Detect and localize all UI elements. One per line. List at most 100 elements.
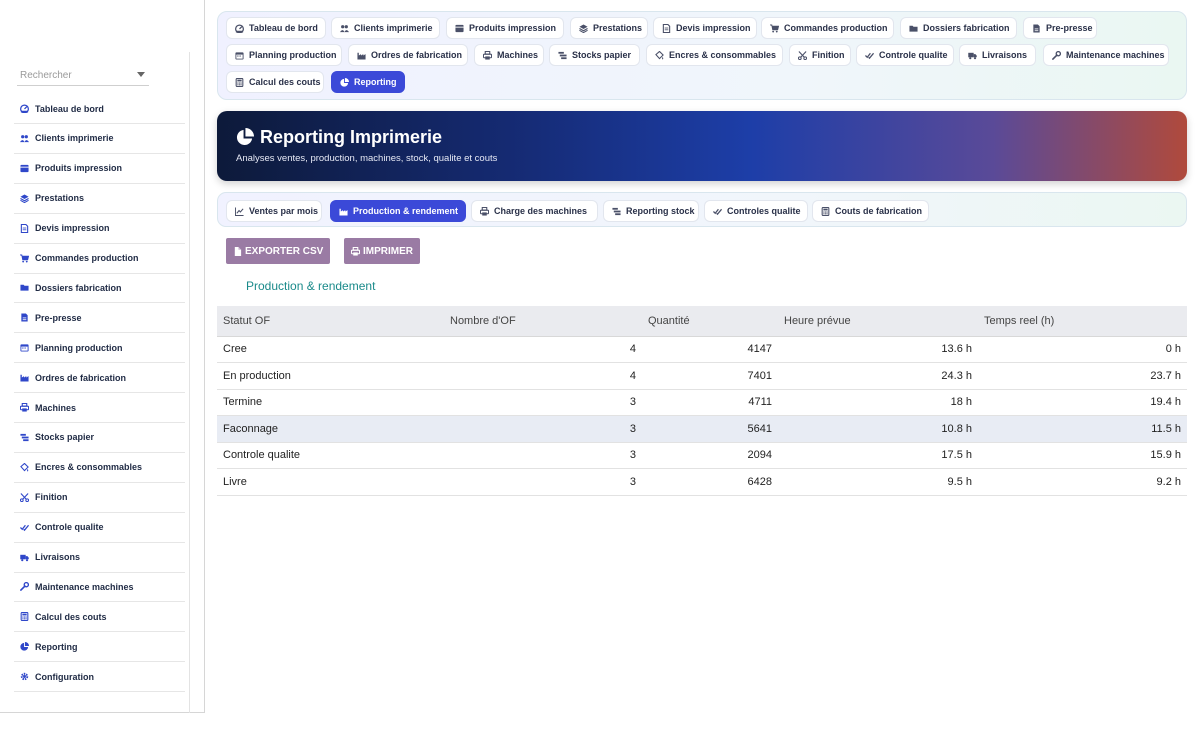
sidebar-item-configuration[interactable]: Configuration [14, 662, 185, 693]
nav-tab-tableau-de-bord[interactable]: Tableau de bord [226, 17, 326, 39]
table-cell: 4 [444, 362, 642, 390]
sidebar-item-livraisons[interactable]: Livraisons [14, 543, 185, 573]
table-cell: 4147 [642, 336, 778, 363]
column-header-temps-reel-h[interactable]: Temps reel (h) [978, 306, 1187, 337]
nav-tab-calcul-des-couts[interactable]: Calcul des couts [226, 71, 324, 93]
print-button[interactable]: IMPRIMER [344, 238, 420, 264]
sidebar-item-maintenance-machines[interactable]: Maintenance machines [14, 572, 185, 603]
sidebar-item-machines[interactable]: Machines [14, 393, 185, 423]
nav-tab-label: Machines [497, 50, 539, 60]
sidebar-item-produits-impression[interactable]: Produits impression [14, 154, 185, 184]
sidebar-item-encres-and-consommables[interactable]: Encres & consommables [14, 453, 185, 483]
line-chart-icon [235, 206, 244, 216]
file-icon [20, 313, 29, 322]
nav-tab-livraisons[interactable]: Livraisons [959, 44, 1036, 66]
nav-tab-label: Planning production [249, 50, 337, 60]
sidebar-item-prestations[interactable]: Prestations [14, 184, 185, 214]
nav-tab-encres-and-consommables[interactable]: Encres & consommables [646, 44, 783, 66]
report-tab-couts-de-fabrication[interactable]: Couts de fabrication [812, 200, 929, 222]
table-cell: 5641 [642, 415, 778, 443]
report-tab-production-and-rendement[interactable]: Production & rendement [330, 200, 466, 222]
sidebar-item-pre-presse[interactable]: Pre-presse [14, 303, 185, 334]
nav-tab-produits-impression[interactable]: Produits impression [446, 17, 564, 39]
nav-tab-finition[interactable]: Finition [789, 44, 851, 66]
nav-tab-label: Prestations [593, 23, 643, 33]
sidebar-item-ordres-de-fabrication[interactable]: Ordres de fabrication [14, 363, 185, 394]
document-icon [20, 223, 29, 233]
sidebar-item-calcul-des-couts[interactable]: Calcul des couts [14, 602, 185, 633]
paper-stack-icon [20, 433, 29, 442]
table-cell: Cree [217, 336, 444, 363]
report-tab-charge-des-machines[interactable]: Charge des machines [471, 200, 598, 222]
table-row[interactable]: Cree 4 4147 13.6 h0 h [217, 336, 1187, 363]
nav-tab-ordres-de-fabrication[interactable]: Ordres de fabrication [348, 44, 468, 66]
table-row[interactable]: En production 4 7401 24.3 h 23.7 h [217, 362, 1187, 390]
gauge-icon [20, 104, 29, 113]
table-row[interactable]: Controle qualite 3 2094 17.5 h 15.9 h [217, 442, 1187, 469]
nav-tab-clients-imprimerie[interactable]: Clients imprimerie [331, 17, 440, 39]
nav-tab-maintenance-machines[interactable]: Maintenance machines [1043, 44, 1169, 66]
column-header-quantit[interactable]: Quantité [642, 306, 778, 337]
sidebar-item-finition[interactable]: Finition [14, 483, 185, 513]
sidebar-item-label: Encres & consommables [35, 462, 143, 473]
nav-tab-dossiers-fabrication[interactable]: Dossiers fabrication [900, 17, 1017, 39]
nav-tab-reporting[interactable]: Reporting [331, 71, 405, 93]
nav-tab-pre-presse[interactable]: Pre-presse [1023, 17, 1097, 39]
sidebar-item-stocks-papier[interactable]: Stocks papier [14, 423, 185, 453]
wrench-icon [20, 582, 29, 592]
table-cell: 3 [444, 442, 642, 469]
column-header-statut-of[interactable]: Statut OF [217, 306, 444, 337]
sidebar-item-clients-imprimerie[interactable]: Clients imprimerie [14, 124, 185, 154]
file-csv-icon [233, 246, 242, 256]
nav-tab-machines[interactable]: Machines [474, 44, 544, 66]
report-tab-label: Controles qualite [727, 206, 801, 216]
export-csv-button[interactable]: EXPORTER CSV [226, 238, 331, 264]
sidebar-item-label: Maintenance machines [35, 581, 134, 592]
printer-icon [483, 50, 492, 60]
report-tab-label: Production & rendement [353, 206, 459, 216]
factory-icon [20, 373, 29, 382]
report-tab-controles-qualite[interactable]: Controles qualite [704, 200, 808, 222]
users-icon [340, 24, 349, 33]
nav-tab-controle-qualite[interactable]: Controle qualite [856, 44, 954, 66]
sidebar-item-reporting[interactable]: Reporting [14, 632, 185, 663]
nav-tab-devis-impression[interactable]: Devis impression [653, 17, 757, 39]
sidebar-item-devis-impression[interactable]: Devis impression [14, 214, 185, 244]
table-cell: 18 h [778, 389, 978, 416]
report-tab-ventes-par-mois[interactable]: Ventes par mois [226, 200, 322, 222]
table-row[interactable]: Termine 3 4711 18 h 19.4 h [217, 389, 1187, 416]
column-header-heure-pr-vue[interactable]: Heure prévue [778, 306, 978, 337]
nav-tab-commandes-production[interactable]: Commandes production [761, 17, 894, 39]
nav-tab-prestations[interactable]: Prestations [570, 17, 648, 39]
chevron-down-icon[interactable] [137, 72, 145, 77]
sidebar-item-label: Commandes production [35, 253, 139, 263]
table-cell: Livre [217, 468, 444, 496]
print-label: IMPRIMER [363, 245, 413, 257]
search-select[interactable]: Rechercher [17, 66, 149, 86]
table-row[interactable]: Faconnage 3 5641 10.8 h 11.5 h [217, 415, 1187, 443]
sidebar-item-label: Livraisons [35, 552, 81, 562]
sidebar-item-label: Machines [35, 402, 77, 413]
table-row[interactable]: Livre 3 6428 9.5 h 9.2 h [217, 468, 1187, 496]
nav-tab-planning-production[interactable]: Planning production [226, 44, 342, 66]
search-placeholder: Rechercher [20, 70, 72, 81]
box-icon [20, 164, 29, 173]
pie-chart-icon [340, 77, 349, 87]
table-cell: 9.5 h [778, 468, 978, 496]
column-header-nombre-d-of[interactable]: Nombre d'OF [444, 306, 642, 337]
table-cell: 15.9 h [978, 442, 1187, 469]
calculator-icon [821, 206, 830, 216]
printer-icon [351, 246, 360, 256]
nav-tab-stocks-papier[interactable]: Stocks papier [549, 44, 640, 66]
sidebar-item-tableau-de-bord[interactable]: Tableau de bord [14, 94, 185, 124]
sidebar-item-commandes-production[interactable]: Commandes production [14, 244, 185, 274]
report-tab-reporting-stock[interactable]: Reporting stock [603, 200, 699, 222]
calendar-icon [235, 51, 244, 60]
sidebar-item-dossiers-fabrication[interactable]: Dossiers fabrication [14, 273, 185, 304]
paper-stack-icon [558, 51, 567, 60]
table-cell: 3 [444, 415, 642, 443]
sidebar-item-controle-qualite[interactable]: Controle qualite [14, 513, 185, 543]
truck-icon [20, 553, 29, 562]
table-cell: 23.7 h [978, 362, 1187, 390]
sidebar-item-planning-production[interactable]: Planning production [14, 333, 185, 364]
